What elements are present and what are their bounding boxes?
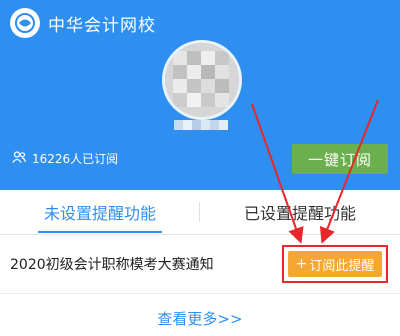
username-blurred xyxy=(174,118,228,134)
view-more-link[interactable]: 查看更多>> xyxy=(0,300,400,336)
subscriber-count: 16226人已订阅 xyxy=(12,150,118,167)
one-click-subscribe-button[interactable]: 一键订阅 xyxy=(292,144,388,174)
tab-set-reminders[interactable]: 已设置提醒功能 xyxy=(200,190,400,234)
brand: 中华会计网校 xyxy=(10,8,156,38)
subscriber-count-text: 16226人已订阅 xyxy=(32,152,119,166)
subscribe-reminder-label: 订阅此提醒 xyxy=(309,258,375,274)
subscribe-reminder-button[interactable]: + 订阅此提醒 xyxy=(288,251,382,277)
logo-icon xyxy=(10,8,40,38)
plus-icon: + xyxy=(295,256,308,272)
header-banner: 中华会计网校 16226人已订阅 一键订阅 xyxy=(0,0,400,190)
active-tab-indicator xyxy=(38,231,162,233)
avatar xyxy=(162,40,242,120)
people-icon xyxy=(12,151,26,166)
tab-bar: 未设置提醒功能 已设置提醒功能 xyxy=(0,190,400,235)
list-item: 2020初级会计职称模考大赛通知 + 订阅此提醒 xyxy=(0,235,400,294)
annotation-highlight-box: + 订阅此提醒 xyxy=(282,245,388,283)
tab-unset-reminders[interactable]: 未设置提醒功能 xyxy=(0,190,200,234)
item-title: 2020初级会计职称模考大赛通知 xyxy=(10,257,214,273)
brand-name: 中华会计网校 xyxy=(48,15,156,36)
